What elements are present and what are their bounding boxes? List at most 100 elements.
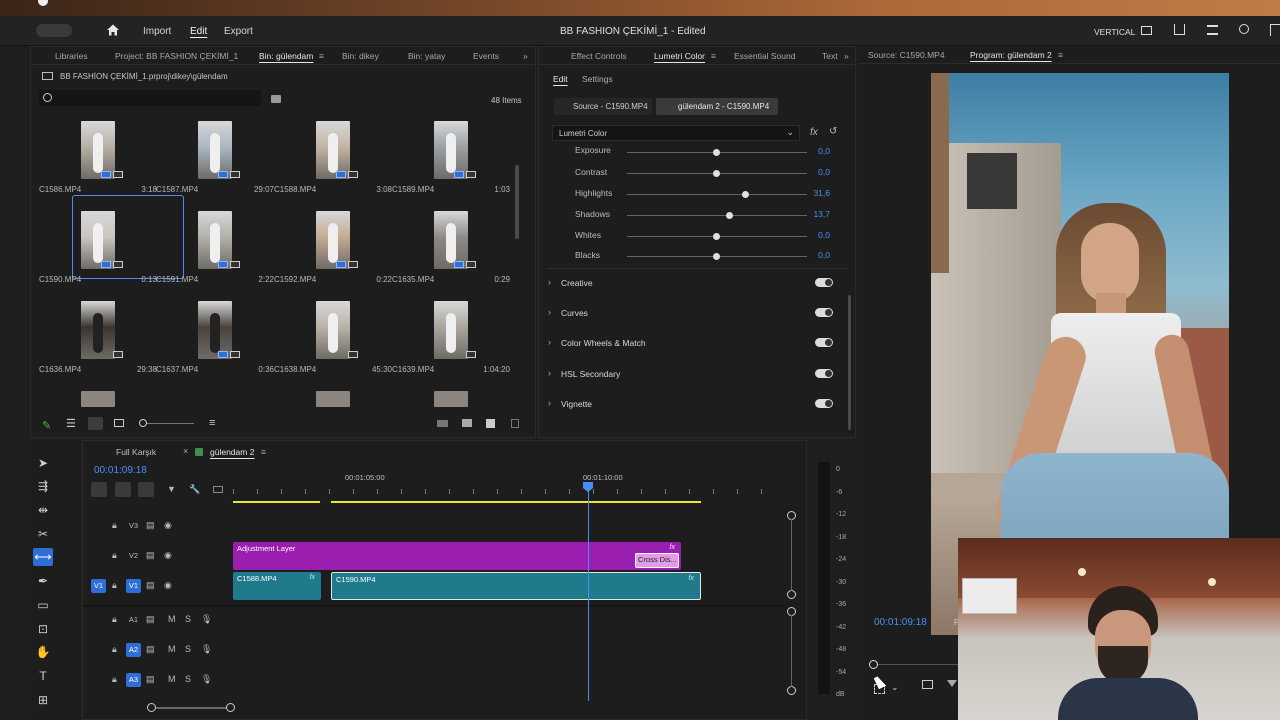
zoom-slider[interactable] [139, 419, 194, 427]
section-toggle[interactable] [815, 399, 833, 408]
eye-icon[interactable]: ◉ [164, 550, 172, 561]
tab-full-karsik[interactable]: Full Karşık [116, 447, 156, 457]
project-scrollbar[interactable] [515, 165, 519, 239]
section-creative[interactable]: › Creative [548, 276, 833, 292]
sync-icon[interactable]: ▤ [146, 644, 155, 655]
sync-icon[interactable]: ▤ [146, 550, 155, 561]
scrubber-knob[interactable] [869, 660, 878, 669]
control-value[interactable]: 13,7 [813, 209, 830, 219]
audio-scroll-bottom[interactable] [787, 686, 796, 695]
control-slider[interactable] [627, 194, 807, 195]
reset-icon[interactable]: ↺ [829, 126, 837, 137]
tab-bin-dikey[interactable]: Bin: dikey [342, 51, 379, 61]
control-value[interactable]: 31,6 [813, 188, 830, 198]
tab-text[interactable]: Text [822, 51, 838, 61]
new-bin-bottom-icon[interactable] [486, 419, 495, 428]
new-bin-icon[interactable] [271, 95, 281, 103]
tab-bin-gulendam[interactable]: Bin: gülendam [259, 51, 313, 61]
adjustment-layer-clip[interactable]: Adjustment Layer fx [233, 542, 681, 570]
slider-knob[interactable] [725, 212, 733, 219]
captions-toggle[interactable] [138, 482, 154, 497]
icon-view-icon[interactable] [88, 417, 103, 430]
eye-icon[interactable]: ◉ [164, 520, 172, 531]
tab-menu-icon[interactable]: ≡ [711, 51, 716, 61]
add-marker-icon[interactable]: ▼ [167, 484, 176, 494]
panel-layout-icon[interactable] [1141, 26, 1152, 35]
type-tool-icon[interactable]: T [33, 667, 53, 685]
razor-tool-icon[interactable]: ✂ [33, 525, 53, 543]
slider-knob[interactable] [713, 170, 720, 177]
source-patch-v1[interactable]: V1 [91, 579, 106, 593]
cross-dissolve-transition[interactable]: Cross Dis... [635, 553, 679, 568]
control-value[interactable]: 0,0 [818, 167, 830, 177]
tab-menu-icon[interactable]: ≡ [261, 447, 266, 457]
section-toggle[interactable] [815, 278, 833, 287]
progress-icon[interactable] [1207, 25, 1218, 35]
tab-source-monitor[interactable]: Source: C1590.MP4 [868, 50, 945, 60]
effect-select[interactable]: Lumetri Color ⌄ [552, 125, 800, 141]
tab-bin-yatay[interactable]: Bin: yatay [408, 51, 445, 61]
mute-icon[interactable]: M [168, 644, 176, 654]
tab-essential-sound[interactable]: Essential Sound [734, 51, 795, 61]
program-timecode[interactable]: 00:01:09:18 [874, 617, 927, 628]
more-tabs-icon[interactable]: » [844, 51, 849, 61]
sync-icon[interactable]: ▤ [146, 580, 155, 591]
rectangle-tool-icon[interactable]: ▭ [33, 596, 53, 614]
zoom-slider-knob[interactable] [139, 419, 147, 427]
mic-icon[interactable]: 🎙︎ [201, 614, 212, 625]
marker-icon[interactable] [947, 680, 957, 687]
tab-gulendam-2[interactable]: gülendam 2 [210, 447, 254, 457]
captions-icon[interactable] [213, 486, 223, 493]
tab-lumetri-color[interactable]: Lumetri Color [654, 51, 705, 61]
list-view-icon[interactable]: ☰ [66, 417, 76, 430]
zoom-handle-left[interactable] [147, 703, 156, 712]
control-value[interactable]: 0,0 [818, 250, 830, 260]
home-icon[interactable] [106, 23, 120, 37]
menu-import[interactable]: Import [143, 26, 171, 37]
tab-program-monitor[interactable]: Program: gülendam 2 [970, 50, 1052, 60]
fx-icon[interactable]: fx [810, 127, 818, 138]
control-slider[interactable] [627, 215, 807, 216]
tab-events[interactable]: Events [473, 51, 499, 61]
section-color-wheels-match[interactable]: › Color Wheels & Match [548, 336, 833, 352]
slider-knob[interactable] [713, 233, 720, 240]
trash-icon[interactable] [511, 419, 519, 428]
lock-icon[interactable]: 🔒︎ [112, 520, 117, 531]
slip-tool-icon[interactable]: ⟷ [33, 548, 53, 566]
media-thumbnail[interactable] [81, 391, 115, 407]
sync-icon[interactable]: ▤ [146, 674, 155, 685]
lock-icon[interactable]: 🔒︎ [112, 674, 117, 685]
chevron-down-icon[interactable]: ⌄ [891, 682, 899, 693]
clip-c1588[interactable]: C1588.MP4 fx [233, 572, 321, 600]
close-icon[interactable]: × [183, 446, 188, 456]
slider-knob[interactable] [713, 149, 720, 156]
automate-icon[interactable] [437, 420, 448, 427]
horizontal-zoom-bar[interactable] [151, 707, 231, 709]
subtab-edit[interactable]: Edit [553, 74, 568, 84]
mute-icon[interactable]: M [168, 674, 176, 684]
snap-toggle[interactable] [91, 482, 107, 497]
linked-select-toggle[interactable] [115, 482, 131, 497]
slider-knob[interactable] [741, 191, 749, 198]
pen-tool-icon[interactable]: ✒ [33, 572, 53, 590]
ripple-edit-tool-icon[interactable]: ⇹ [33, 501, 53, 519]
tab-libraries[interactable]: Libraries [55, 51, 88, 61]
tab-project[interactable]: Project: BB FASHION ÇEKİMİ_1 [115, 51, 238, 61]
lock-icon[interactable]: 🔒︎ [112, 614, 117, 625]
solo-icon[interactable]: S [185, 674, 191, 684]
media-thumbnail[interactable] [81, 301, 115, 359]
pencil-icon[interactable]: ✎ [42, 419, 51, 432]
section-curves[interactable]: › Curves [548, 306, 833, 322]
transform-tool-icon[interactable]: ⊡ [33, 620, 53, 638]
media-thumbnail[interactable] [434, 301, 468, 359]
section-hsl-secondary[interactable]: › HSL Secondary [548, 367, 833, 383]
sort-icon[interactable]: ≡ [209, 417, 215, 429]
track-label-a2[interactable]: A2 [126, 643, 141, 657]
subtab-settings[interactable]: Settings [582, 74, 613, 84]
section-toggle[interactable] [815, 369, 833, 378]
tab-menu-icon[interactable]: ≡ [319, 51, 324, 61]
find-icon[interactable] [462, 419, 472, 427]
tab-effect-controls[interactable]: Effect Controls [571, 51, 627, 61]
share-icon[interactable] [1174, 24, 1185, 35]
control-value[interactable]: 0,0 [818, 230, 830, 240]
